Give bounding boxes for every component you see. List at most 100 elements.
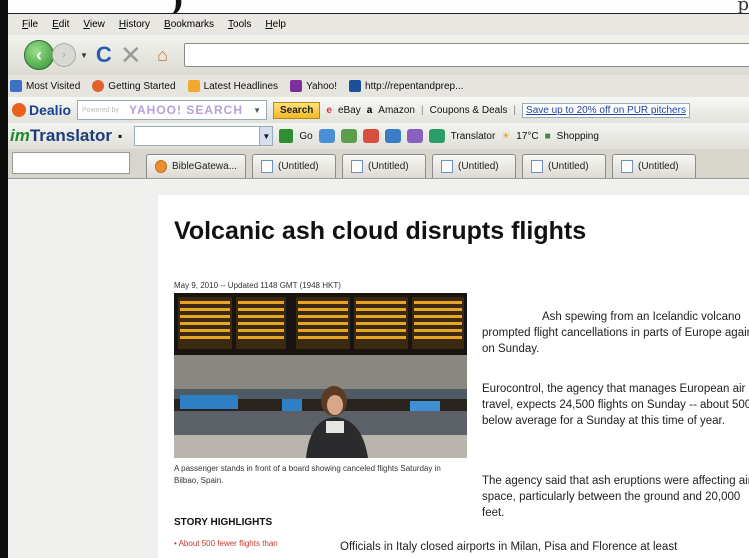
shopping-menu[interactable]: Shopping xyxy=(557,131,599,142)
article-paragraph-2: Eurocontrol, the agency that manages Eur… xyxy=(482,383,749,427)
article-dateline: May 9, 2010 -- Updated 1148 GMT (1948 HK… xyxy=(174,281,341,290)
temperature-readout[interactable]: 17°C xyxy=(516,131,538,142)
translator-input[interactable] xyxy=(134,126,261,146)
dealio-logo: Dealio xyxy=(12,102,71,118)
stop-icon[interactable]: ✕ xyxy=(120,40,142,71)
tab-untitled-5[interactable]: (Untitled) xyxy=(612,154,697,178)
bookmark-yahoo[interactable]: Yahoo! xyxy=(290,80,337,92)
article-photo[interactable] xyxy=(174,293,467,458)
forward-button[interactable]: › xyxy=(52,43,76,67)
cropped-heading-fragment: ) xyxy=(170,0,184,13)
page-icon xyxy=(351,160,364,173)
photo-caption: A passenger stands in front of a board s… xyxy=(174,464,441,485)
address-bar[interactable] xyxy=(183,43,749,67)
tab-label: (Untitled) xyxy=(548,161,589,172)
tab-untitled-4[interactable]: (Untitled) xyxy=(522,154,607,178)
translator-dropdown[interactable]: ▼ xyxy=(259,126,274,146)
page-icon xyxy=(621,160,634,173)
tab-untitled-1[interactable]: (Untitled) xyxy=(252,154,337,178)
divider: | xyxy=(513,104,517,116)
chevron-down-icon: ▼ xyxy=(262,131,271,141)
bookmarks-toolbar: Most Visited Getting Started Latest Head… xyxy=(8,75,749,97)
ebay-link[interactable]: eBay xyxy=(338,105,361,116)
tab-label: (Untitled) xyxy=(638,161,679,172)
translate-tool-icon[interactable] xyxy=(318,129,335,143)
dealio-logo-icon xyxy=(12,103,26,117)
article-paragraph-4: Officials in Italy closed airports in Mi… xyxy=(340,541,678,553)
departure-board-panels xyxy=(178,297,464,349)
dictionary-tool-icon[interactable] xyxy=(340,129,357,143)
article-headline: Volcanic ash cloud disrupts flights xyxy=(174,217,587,245)
amazon-icon: a xyxy=(366,104,373,116)
article-paragraph-1: Ash spewing from an Icelandic volcano pr… xyxy=(482,311,749,355)
keyboard-tool-icon[interactable] xyxy=(406,129,423,143)
menu-history[interactable]: History xyxy=(119,19,150,30)
tab-label: (Untitled) xyxy=(458,161,499,172)
page-icon xyxy=(531,160,544,173)
yahoo-search-field[interactable]: Powered by YAHOO! SEARCH ▼ xyxy=(77,100,268,120)
bookmark-repentandprep[interactable]: http://repentandprep... xyxy=(349,80,463,92)
page-icon xyxy=(441,160,454,173)
bookmark-most-visited[interactable]: Most Visited xyxy=(10,80,80,92)
bookmark-label: Getting Started xyxy=(108,80,176,92)
bookmark-latest-headlines[interactable]: Latest Headlines xyxy=(187,80,279,92)
home-icon[interactable]: ⌂ xyxy=(150,44,176,66)
menu-tools[interactable]: Tools xyxy=(228,19,251,30)
bookmark-label: Latest Headlines xyxy=(203,80,279,92)
photo-edge-strip: ) p xyxy=(0,0,749,13)
article: Volcanic ash cloud disrupts flights May … xyxy=(158,195,749,558)
bookmark-label: Most Visited xyxy=(26,80,81,92)
search-button[interactable]: Search xyxy=(273,101,321,119)
menu-help[interactable]: Help xyxy=(265,19,286,30)
bookmark-getting-started[interactable]: Getting Started xyxy=(92,80,176,92)
chevron-down-icon[interactable]: ▼ xyxy=(253,106,262,115)
forward-arrow-icon: › xyxy=(62,49,66,61)
yahoo-icon xyxy=(290,80,303,92)
cropped-corner-fragment: p xyxy=(737,0,749,13)
go-button[interactable]: Go xyxy=(299,131,312,142)
tab-untitled-2[interactable]: (Untitled) xyxy=(342,154,427,178)
dealio-logo-text: Dealio xyxy=(29,102,72,118)
most-visited-icon xyxy=(10,80,22,92)
coupons-link[interactable]: Coupons & Deals xyxy=(430,105,508,116)
tab-untitled-3[interactable]: (Untitled) xyxy=(432,154,517,178)
tab-label: BibleGatewa... xyxy=(172,161,238,172)
navigation-toolbar: ‹ › ▼ C ✕ ⌂ xyxy=(8,35,749,75)
logo-dropdown-icon[interactable]: ▪ xyxy=(118,129,122,143)
tab-bar: BibleGatewa... (Untitled) (Untitled) (Un… xyxy=(8,149,749,179)
imtranslator-logo: imTranslator xyxy=(10,126,112,146)
story-highlights-title: STORY HIGHLIGHTS xyxy=(174,517,273,528)
history-dropdown-icon[interactable]: ▼ xyxy=(80,51,88,60)
bookmark-label: Yahoo! xyxy=(306,80,338,92)
tab-label: (Untitled) xyxy=(368,161,409,172)
weather-icon: ☀ xyxy=(501,130,511,142)
back-arrow-icon: ‹ xyxy=(36,44,42,65)
go-icon[interactable] xyxy=(279,129,294,143)
menu-edit[interactable]: Edit xyxy=(52,19,69,30)
rss-folder-icon xyxy=(187,80,200,92)
site-favicon-icon xyxy=(349,80,362,92)
imtranslator-toolbar: imTranslator ▪ ▼ Go Translator ☀ 17°C ■ … xyxy=(8,123,749,149)
menu-view[interactable]: View xyxy=(83,19,105,30)
speech-tool-icon[interactable] xyxy=(384,129,401,143)
translator-menu[interactable]: Translator xyxy=(451,131,496,142)
tab-label: (Untitled) xyxy=(278,161,319,172)
departure-board-photo xyxy=(174,293,467,458)
back-button[interactable]: ‹ xyxy=(24,40,54,70)
amazon-link[interactable]: Amazon xyxy=(378,105,415,116)
shopping-icon: ■ xyxy=(544,130,551,142)
menu-bookmarks[interactable]: Bookmarks xyxy=(164,19,214,30)
globe-icon[interactable] xyxy=(428,129,445,143)
divider: | xyxy=(420,104,424,116)
promo-link[interactable]: Save up to 20% off on PUR pitchers xyxy=(522,102,690,118)
page-content: Volcanic ash cloud disrupts flights May … xyxy=(8,180,749,558)
menu-bar: File Edit View History Bookmarks Tools H… xyxy=(8,13,749,35)
menu-file[interactable]: File xyxy=(22,19,38,30)
highlight-link[interactable]: • About 500 fewer flights than xyxy=(174,539,278,548)
tab-search-field[interactable] xyxy=(12,152,130,174)
spell-tool-icon[interactable] xyxy=(362,129,379,143)
article-paragraph-3: The agency said that ash eruptions were … xyxy=(482,475,749,519)
dealio-toolbar: Dealio Powered by YAHOO! SEARCH ▼ Search… xyxy=(8,97,749,123)
tab-biblegateway[interactable]: BibleGatewa... xyxy=(146,154,247,178)
reload-icon[interactable]: C xyxy=(96,42,112,68)
